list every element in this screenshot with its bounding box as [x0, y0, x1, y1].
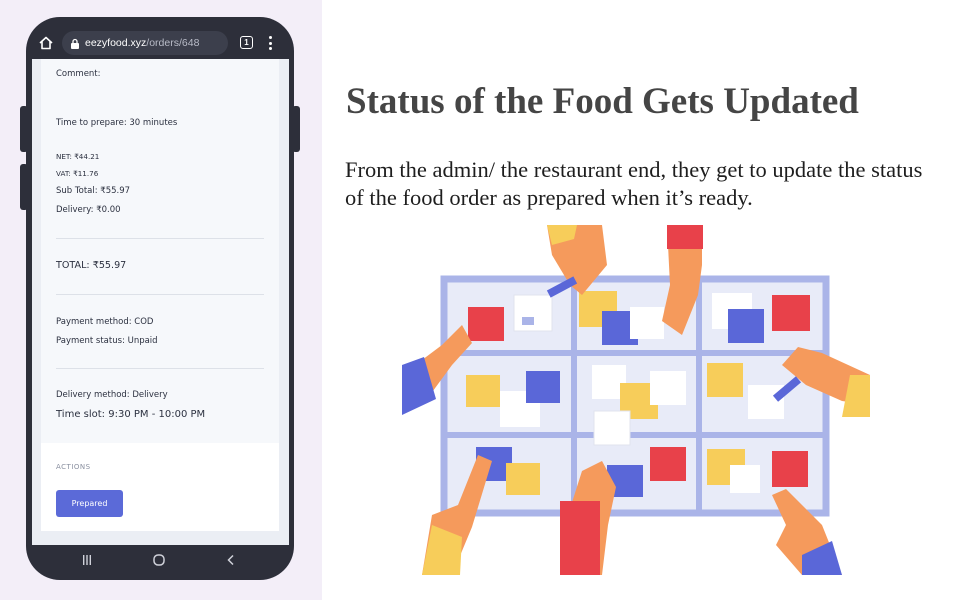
- kanban-board-illustration: [402, 225, 870, 575]
- prepared-button[interactable]: Prepared: [56, 490, 123, 517]
- subtotal-amount: Sub Total: ₹55.97: [56, 186, 131, 196]
- total-amount: TOTAL: ₹55.97: [56, 260, 127, 271]
- slide-description: From the admin/ the restaurant end, they…: [345, 157, 923, 210]
- vat-amount: VAT: ₹11.76: [56, 169, 99, 178]
- home-icon[interactable]: [38, 35, 54, 51]
- url-path: /orders/648: [146, 37, 200, 49]
- lock-icon: [71, 38, 79, 49]
- order-details-card: Comment: Time to prepare: 30 minutes NET…: [41, 59, 279, 443]
- more-vert-icon[interactable]: [268, 34, 272, 52]
- tab-switcher-button[interactable]: 1: [240, 36, 253, 49]
- actions-label: ACTIONS: [56, 463, 91, 471]
- payment-status: Payment status: Unpaid: [56, 336, 158, 346]
- prep-time: Time to prepare: 30 minutes: [56, 118, 178, 128]
- android-nav-bar: [32, 545, 288, 575]
- divider: [56, 368, 264, 369]
- address-url: eezyfood.xyz/orders/648: [85, 37, 199, 49]
- divider: [56, 294, 264, 295]
- delivery-fee: Delivery: ₹0.00: [56, 205, 121, 215]
- circle-home-icon[interactable]: [152, 553, 166, 567]
- net-amount: NET: ₹44.21: [56, 152, 100, 161]
- divider: [56, 238, 264, 239]
- slide-title: Status of the Food Gets Updated: [346, 81, 859, 122]
- time-slot: Time slot: 9:30 PM - 10:00 PM: [56, 409, 206, 420]
- phone-screen: Comment: Time to prepare: 30 minutes NET…: [32, 59, 289, 545]
- address-bar[interactable]: eezyfood.xyz/orders/648: [62, 31, 228, 55]
- url-domain: eezyfood.xyz: [85, 37, 147, 49]
- back-icon[interactable]: [224, 553, 238, 567]
- actions-card: ACTIONS Prepared: [41, 443, 279, 531]
- delivery-method: Delivery method: Delivery: [56, 390, 168, 400]
- comment-label: Comment:: [56, 69, 101, 79]
- browser-toolbar: eezyfood.xyz/orders/648 1: [32, 28, 288, 58]
- payment-method: Payment method: COD: [56, 317, 154, 327]
- recents-icon[interactable]: [80, 553, 94, 567]
